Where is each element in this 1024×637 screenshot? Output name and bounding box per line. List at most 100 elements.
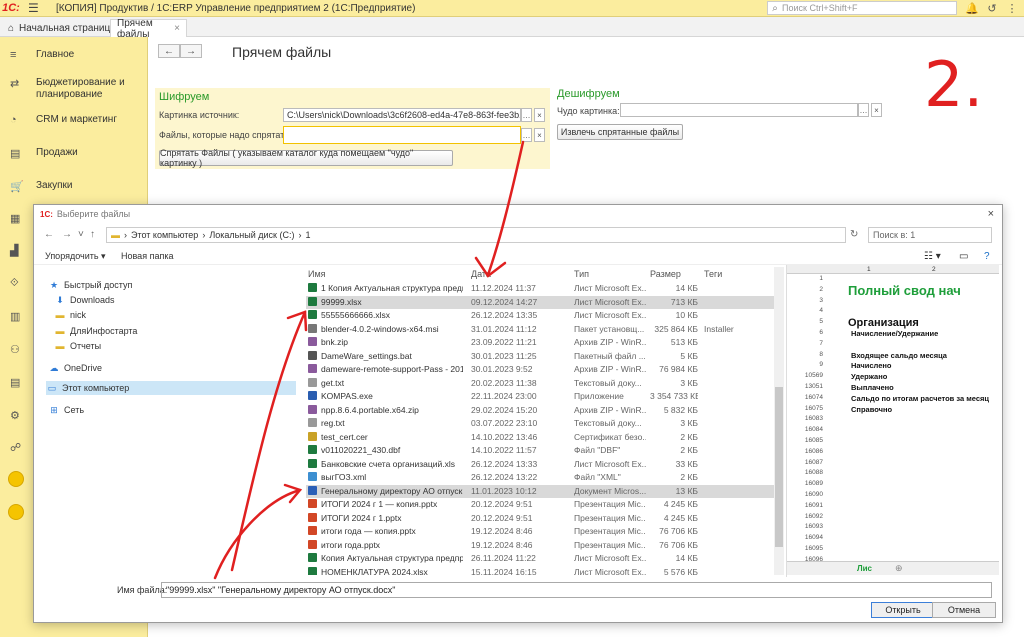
- sidebar-item-budgeting[interactable]: ⇄ Бюджетирование и планирование: [0, 77, 148, 101]
- sidebar-item-main[interactable]: ≡ Главное: [0, 49, 148, 61]
- finance-icon[interactable]: ⟐: [10, 277, 28, 290]
- view-icon[interactable]: ☷ ▾: [924, 251, 941, 262]
- file-row[interactable]: v011020221_430.dbf 14.10.2022 11:57 Файл "…: [306, 444, 784, 457]
- file-row[interactable]: bnk.zip 23.09.2022 11:21 Архив ZIP - WinR.…: [306, 336, 784, 349]
- column-size[interactable]: Размер: [650, 269, 681, 279]
- file-row[interactable]: DameWare_settings.bat 30.01.2023 11:25 Пак…: [306, 350, 784, 363]
- ppt-file-icon: [308, 539, 317, 549]
- reports-icon[interactable]: ▥: [10, 310, 28, 323]
- history-icon[interactable]: ↺: [982, 0, 1002, 17]
- help-icon[interactable]: ?: [984, 251, 990, 262]
- preview-row-number: 16086: [804, 447, 823, 455]
- file-row[interactable]: test_cert.cer 14.10.2022 13:46 Сертификат …: [306, 431, 784, 444]
- close-icon[interactable]: ×: [174, 23, 180, 34]
- file-row[interactable]: выгГОЗ.xml 26.12.2024 13:22 Файл "XML" 2 КБ: [306, 471, 784, 484]
- file-row[interactable]: 1 Копия Актуальная структура предпр... 11…: [306, 282, 784, 295]
- tab-home[interactable]: ⌂ Начальная страница: [2, 19, 122, 37]
- nav-item-reports[interactable]: ▬ Отчеты: [54, 339, 102, 353]
- file-row[interactable]: ИТОГИ 2024 г 1.pptx 20.12.2024 9:51 Презен…: [306, 512, 784, 525]
- address-bar[interactable]: ▬ › Этот компьютер › Локальный диск (C:)…: [106, 227, 846, 243]
- file-row[interactable]: НОМЕНКЛАТУРА 2024.xlsx 15.11.2024 16:15 Ли…: [306, 566, 784, 575]
- arrow-right-icon[interactable]: →: [62, 229, 72, 240]
- refresh-icon[interactable]: ↻: [850, 229, 858, 240]
- column-date[interactable]: Дата: [471, 269, 491, 279]
- file-row[interactable]: Банковские счета организаций.xls 26.12.20…: [306, 458, 784, 471]
- source-field[interactable]: C:\Users\nick\Downloads\3c6f2608-ed4a-47…: [283, 108, 521, 122]
- arrow-up-icon[interactable]: ↑: [90, 229, 95, 240]
- preview-header-title: Полный свод нач: [848, 283, 961, 298]
- warehouse-icon[interactable]: ▦: [10, 212, 28, 225]
- nav-item-quick-access[interactable]: ★ Быстрый доступ: [48, 278, 132, 292]
- arrow-left-icon[interactable]: ←: [44, 229, 54, 240]
- file-row[interactable]: reg.txt 03.07.2022 23:10 Текстовый доку...…: [306, 417, 784, 430]
- nav-item-this-pc[interactable]: ▭ Этот компьютер: [46, 381, 296, 395]
- file-row[interactable]: итоги года.pptx 19.12.2024 8:46 Презентаци…: [306, 539, 784, 552]
- staff-icon[interactable]: ⚇: [10, 343, 28, 356]
- cancel-button[interactable]: Отмена: [932, 602, 996, 618]
- chevron-down-icon[interactable]: ˅: [78, 229, 84, 240]
- select-button[interactable]: …: [521, 108, 532, 122]
- column-name[interactable]: Имя: [308, 269, 326, 279]
- close-icon[interactable]: ×: [988, 208, 994, 220]
- clear-button[interactable]: ×: [871, 103, 882, 117]
- nav-item-nick[interactable]: ▬ nick: [54, 308, 87, 322]
- files-field[interactable]: [283, 126, 521, 144]
- ledger-icon[interactable]: ▤: [10, 376, 28, 389]
- breadcrumb-item[interactable]: 1: [305, 230, 310, 240]
- preview-pane-icon[interactable]: ▭: [959, 251, 968, 262]
- filename-input[interactable]: "99999.xlsx" "Генеральному директору АО …: [161, 582, 992, 598]
- network-icon[interactable]: ☍: [10, 441, 28, 454]
- column-tags[interactable]: Теги: [704, 269, 722, 279]
- scrollbar[interactable]: [774, 267, 784, 575]
- select-button[interactable]: …: [858, 103, 869, 117]
- sheet-tab[interactable]: Лис: [857, 564, 872, 573]
- clear-button[interactable]: ×: [534, 128, 545, 142]
- sidebar-item-sales[interactable]: ▤ Продажи: [0, 147, 148, 160]
- global-search-input[interactable]: ⌕ Поиск Ctrl+Shift+F: [767, 1, 957, 15]
- scrollbar-thumb[interactable]: [775, 387, 783, 547]
- file-row[interactable]: итоги года — копия.pptx 19.12.2024 8:46 Пр…: [306, 525, 784, 538]
- back-button[interactable]: ←: [158, 44, 180, 58]
- breadcrumb-item[interactable]: Локальный диск (C:): [209, 230, 294, 240]
- settings-icon[interactable]: ⚙: [10, 409, 28, 422]
- file-row[interactable]: dameware-remote-support-Pass - 2019.... 3…: [306, 363, 784, 376]
- xls-file-icon: [308, 445, 317, 454]
- breadcrumb-item[interactable]: Этот компьютер: [131, 230, 198, 240]
- file-row[interactable]: Копия Актуальная структура предпр... 26.1…: [306, 552, 784, 565]
- coin-icon[interactable]: [8, 504, 24, 520]
- picture-field[interactable]: [620, 103, 858, 117]
- new-folder-button[interactable]: Новая папка: [121, 251, 173, 261]
- file-row[interactable]: Генеральному директору АО отпуск.d... 11.…: [306, 484, 784, 498]
- production-icon[interactable]: ▟: [10, 244, 28, 257]
- nav-item-infostart[interactable]: ▬ ДляИнфостарта: [54, 324, 138, 338]
- app-logo-small: 1С:: [40, 209, 53, 219]
- file-row[interactable]: KOMPAS.exe 22.11.2024 23:00 Приложение 3 35…: [306, 390, 784, 403]
- file-row[interactable]: get.txt 20.02.2023 11:38 Текстовый доку...…: [306, 377, 784, 390]
- bell-icon[interactable]: 🔔: [962, 0, 982, 17]
- extract-files-button[interactable]: Извлечь спрятанные файлы: [557, 124, 683, 140]
- organize-button[interactable]: Упорядочить ▾: [45, 251, 106, 262]
- file-row[interactable]: blender-4.0.2-windows-x64.msi 31.01.2024 …: [306, 323, 784, 336]
- menu-icon[interactable]: ☰: [28, 1, 42, 15]
- column-type[interactable]: Тип: [574, 269, 589, 279]
- file-row[interactable]: 99999.xlsx 09.12.2024 14:27 Лист Microsoft…: [306, 295, 784, 309]
- open-button[interactable]: Открыть: [871, 602, 935, 618]
- sidebar-item-crm[interactable]: ◔ CRM и маркетинг: [0, 114, 148, 126]
- hide-files-button[interactable]: Спрятать Файлы ( указываем каталог куда …: [159, 148, 453, 168]
- coin-icon[interactable]: [8, 471, 24, 487]
- nav-item-downloads[interactable]: ⬇ Downloads: [54, 293, 114, 307]
- file-row[interactable]: ИТОГИ 2024 г 1 — копия.pptx 20.12.2024 9:…: [306, 498, 784, 511]
- file-row[interactable]: 55555666666.xlsx 26.12.2024 13:35 Лист Mic…: [306, 309, 784, 322]
- add-sheet-icon[interactable]: ⊕: [895, 563, 903, 574]
- tab-hide-files[interactable]: Прячем файлы ×: [110, 18, 187, 40]
- clear-button[interactable]: ×: [534, 108, 545, 122]
- nav-item-onedrive[interactable]: ☁ OneDrive: [48, 361, 103, 375]
- forward-button[interactable]: →: [180, 44, 202, 58]
- dialog-search-input[interactable]: Поиск в: 1: [868, 227, 992, 243]
- nav-item-network[interactable]: ⊞ Сеть: [48, 403, 84, 417]
- pie-icon: ◔: [10, 114, 17, 126]
- more-icon[interactable]: ⋮: [1002, 0, 1022, 17]
- select-button[interactable]: …: [521, 128, 532, 142]
- sidebar-item-purchases[interactable]: 🛒 Закупки: [0, 180, 148, 193]
- file-row[interactable]: npp.8.6.4.portable.x64.zip 29.02.2024 15:…: [306, 404, 784, 417]
